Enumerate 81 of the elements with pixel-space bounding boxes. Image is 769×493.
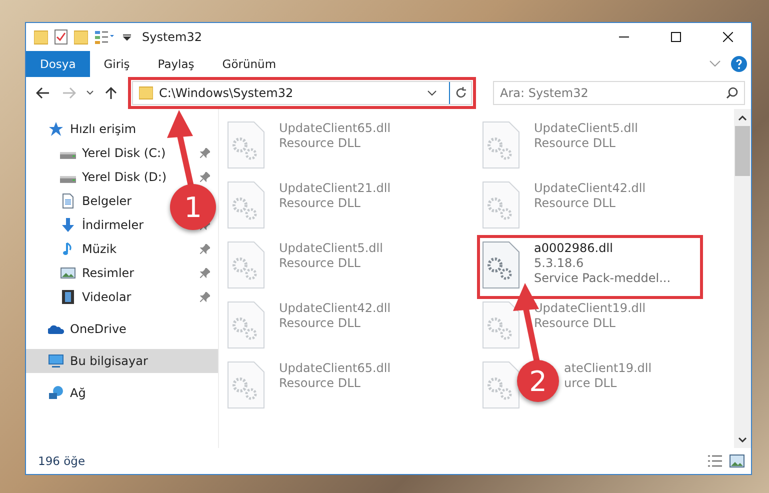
scrollbar[interactable] bbox=[734, 109, 751, 448]
folder-icon bbox=[139, 86, 153, 100]
ribbon-tab[interactable]: Dosya bbox=[26, 51, 90, 77]
file-detail: urce DLL bbox=[564, 376, 618, 390]
file-item[interactable]: a0002986.dll 5.3.18.6 Service Pack-meddel... bbox=[479, 237, 701, 297]
navigation-item[interactable]: Ağ bbox=[70, 386, 86, 400]
file-detail: Resource DLL bbox=[534, 136, 616, 150]
up-arrow-icon bbox=[105, 86, 117, 100]
navigation-item[interactable]: OneDrive bbox=[70, 322, 126, 336]
large-icons-view-icon[interactable] bbox=[729, 454, 745, 468]
navigation-item[interactable]: Yerel Disk (C:) bbox=[82, 146, 166, 160]
file-name[interactable]: UpdateClient65.dll bbox=[279, 361, 391, 375]
file-detail: Resource DLL bbox=[279, 196, 362, 210]
dll-file-icon bbox=[482, 241, 520, 289]
document-icon bbox=[60, 193, 76, 209]
network-icon bbox=[48, 385, 64, 401]
down-arrow-icon bbox=[60, 217, 76, 233]
help-icon[interactable] bbox=[731, 56, 747, 72]
file-name: a0002986.dll bbox=[534, 241, 614, 255]
file-name[interactable]: UpdateClient21.dll bbox=[279, 181, 391, 195]
dll-file-icon bbox=[227, 181, 265, 229]
chevron-up-icon bbox=[738, 114, 747, 120]
ribbon-tab[interactable]: Giriş bbox=[90, 51, 144, 77]
dll-file-icon bbox=[227, 361, 265, 409]
ribbon-tab[interactable]: Görünüm bbox=[208, 51, 290, 77]
folder-icon bbox=[34, 29, 48, 45]
file-detail: Service Pack-meddel... bbox=[534, 271, 671, 285]
drive-icon bbox=[60, 152, 76, 158]
ribbon-tab[interactable]: Paylaş bbox=[144, 51, 208, 77]
search-icon[interactable] bbox=[726, 87, 738, 99]
file-detail: Resource DLL bbox=[534, 316, 616, 330]
drive-icon bbox=[60, 176, 76, 182]
right-arrow-icon bbox=[62, 87, 76, 99]
dropdown-caret-icon[interactable] bbox=[427, 90, 437, 96]
properties-icon[interactable] bbox=[94, 29, 116, 45]
maximize-icon bbox=[671, 32, 681, 42]
navigation-item[interactable]: Bu bilgisayar bbox=[26, 349, 218, 373]
customize-caret-icon[interactable] bbox=[122, 32, 132, 42]
dll-file-icon bbox=[227, 301, 265, 349]
refresh-icon bbox=[454, 87, 466, 99]
file-detail: Resource DLL bbox=[279, 376, 362, 390]
picture-icon bbox=[60, 265, 76, 281]
file-name[interactable]: ateClient19.dll bbox=[564, 361, 652, 375]
file-detail: Resource DLL bbox=[279, 136, 362, 150]
item-count: 196 öğe bbox=[38, 454, 86, 468]
computer-icon bbox=[48, 353, 64, 369]
navigation-item[interactable]: Müzik bbox=[82, 242, 117, 256]
scroll-thumb[interactable] bbox=[735, 126, 750, 176]
dll-file-icon bbox=[482, 181, 520, 229]
left-arrow-icon bbox=[36, 87, 50, 99]
navigation-item[interactable]: Resimler bbox=[82, 266, 134, 280]
details-view-icon[interactable] bbox=[707, 454, 723, 468]
file-name[interactable]: UpdateClient5.dll bbox=[279, 241, 383, 255]
file-detail: Resource DLL bbox=[279, 316, 362, 330]
file-detail: Resource DLL bbox=[534, 196, 616, 210]
navigation-item[interactable]: Videolar bbox=[82, 290, 132, 304]
film-icon bbox=[60, 289, 76, 305]
dll-file-icon bbox=[227, 241, 265, 289]
file-name[interactable]: UpdateClient19.dll bbox=[534, 301, 646, 315]
file-name[interactable]: UpdateClient5.dll bbox=[534, 121, 638, 135]
window-title: System32 bbox=[142, 30, 202, 44]
dll-file-icon bbox=[482, 301, 520, 349]
file-name[interactable]: UpdateClient42.dll bbox=[534, 181, 646, 195]
expand-ribbon-icon[interactable] bbox=[709, 60, 721, 68]
close-icon bbox=[723, 32, 733, 42]
navigation-item[interactable]: İndirmeler bbox=[82, 218, 144, 232]
checklist-icon[interactable] bbox=[54, 29, 68, 45]
dll-file-icon bbox=[482, 361, 520, 409]
file-name[interactable]: UpdateClient65.dll bbox=[279, 121, 391, 135]
navigation-item[interactable]: Belgeler bbox=[82, 194, 132, 208]
file-detail: 5.3.18.6 bbox=[534, 256, 585, 270]
search-field[interactable]: Ara: System32 bbox=[493, 81, 745, 105]
file-detail: Resource DLL bbox=[279, 256, 362, 270]
navigation-item[interactable]: Yerel Disk (D:) bbox=[82, 170, 167, 184]
caret-icon bbox=[86, 90, 94, 96]
star-icon bbox=[48, 121, 64, 137]
chevron-down-icon bbox=[738, 436, 747, 442]
dll-file-icon bbox=[482, 121, 520, 169]
file-name[interactable]: UpdateClient42.dll bbox=[279, 301, 391, 315]
dll-file-icon bbox=[227, 121, 265, 169]
navigation-item[interactable]: Hızlı erişim bbox=[70, 122, 136, 136]
